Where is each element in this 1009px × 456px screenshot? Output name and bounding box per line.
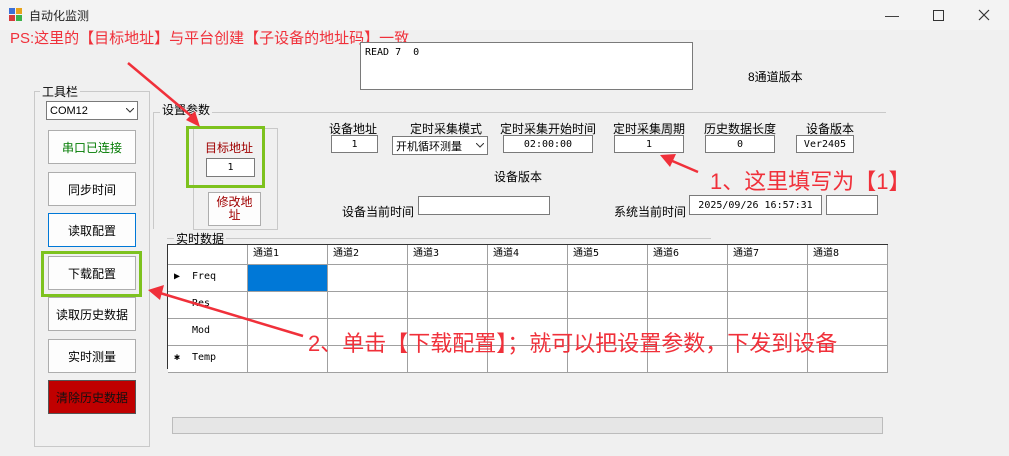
grid-corner [168, 245, 248, 265]
column-header[interactable]: 通道4 [488, 245, 568, 265]
row-label: Freq [192, 271, 217, 282]
system-time-input[interactable]: 2025/09/26 16:57:31 [689, 195, 822, 215]
device-time-label: 设备当前时间 [342, 205, 415, 219]
history-length-input[interactable]: 0 [705, 135, 775, 153]
grid-cell[interactable] [648, 265, 728, 292]
target-address-highlight [186, 126, 265, 188]
column-header[interactable]: 通道6 [648, 245, 728, 265]
timer-mode-label: 定时采集模式 [410, 122, 483, 136]
grid-cell[interactable] [488, 265, 568, 292]
period-input[interactable]: 1 [614, 135, 684, 153]
grid-cell[interactable] [248, 265, 328, 292]
realtime-button[interactable]: 实时测量 [48, 339, 136, 373]
clear-history-button[interactable]: 清除历史数据 [48, 380, 136, 414]
grid-cell[interactable] [328, 265, 408, 292]
settings-title: 设置参数 [160, 101, 213, 118]
window-title: 自动化监测 [29, 9, 90, 23]
app-icon [9, 8, 22, 21]
download-config-button[interactable]: 下载配置 [48, 256, 136, 290]
device-address-input[interactable]: 1 [331, 135, 378, 153]
target-address-label: 目标地址 [205, 141, 254, 155]
column-header[interactable]: 通道7 [728, 245, 808, 265]
column-header[interactable]: 通道2 [328, 245, 408, 265]
row-header[interactable]: ▶ Freq [168, 265, 248, 292]
target-address-input[interactable]: 1 [206, 158, 255, 177]
grid-cell[interactable] [408, 292, 488, 319]
port-select-value: COM12 [50, 104, 88, 117]
row-label: Temp [192, 352, 217, 363]
title-bar [0, 0, 1009, 30]
read-config-button[interactable]: 读取配置 [48, 213, 136, 247]
grid-cell[interactable] [488, 292, 568, 319]
arrow-step2-head [148, 285, 164, 300]
row-marker-icon: ▶ [174, 271, 181, 282]
grid-cell[interactable] [808, 265, 888, 292]
column-header[interactable]: 通道8 [808, 245, 888, 265]
grid-cell[interactable] [568, 292, 648, 319]
sync-time-button[interactable]: 同步时间 [48, 172, 136, 206]
timer-mode-value: 开机循环测量 [396, 140, 462, 153]
row-header[interactable]: Res [168, 292, 248, 319]
maximize-icon [932, 9, 944, 21]
grid-cell[interactable] [648, 292, 728, 319]
chevron-down-icon [123, 108, 137, 113]
toolbar-title: 工具栏 [40, 83, 81, 100]
row-marker-icon: ✱ [174, 352, 181, 363]
connected-button[interactable]: 串口已连接 [48, 130, 136, 164]
row-header[interactable]: ✱ Temp [168, 346, 248, 373]
minimize-button[interactable]: — [869, 0, 915, 30]
grid-cell[interactable] [728, 265, 808, 292]
step2-annotation: 2、单击【下载配置】；就可以把设置参数，下发到设备 [308, 331, 838, 356]
output-textbox[interactable]: READ 7 0 [360, 42, 693, 90]
grid-cell[interactable] [408, 265, 488, 292]
row-label: Res [192, 298, 211, 309]
port-select[interactable]: COM12 [46, 101, 138, 120]
column-header[interactable]: 通道3 [408, 245, 488, 265]
chevron-down-icon [473, 143, 487, 148]
realtime-group-line [167, 238, 711, 239]
start-time-input[interactable]: 02:00:00 [503, 135, 593, 153]
grid-cell[interactable] [728, 292, 808, 319]
grid-cell[interactable] [328, 292, 408, 319]
device-version-center-label: 设备版本 [494, 170, 543, 184]
device-time-input[interactable] [418, 196, 550, 215]
maximize-button[interactable] [915, 0, 961, 30]
row-label: Mod [192, 325, 211, 336]
step1-annotation: 1、这里填写为【1】 [710, 169, 911, 194]
progress-bar [172, 417, 883, 434]
ps-annotation: PS:这里的【目标地址】与平台创建【子设备的地址码】一致 [10, 30, 410, 47]
grid-cell[interactable] [248, 292, 328, 319]
grid-cell[interactable] [568, 265, 648, 292]
close-icon [978, 9, 990, 21]
minimize-icon: — [885, 7, 899, 23]
device-version-input[interactable]: Ver2405 [796, 135, 854, 153]
modify-address-button[interactable]: 修改地址 [208, 192, 261, 226]
row-header[interactable]: Mod [168, 319, 248, 346]
system-time-extra-input[interactable] [826, 195, 878, 215]
timer-mode-select[interactable]: 开机循环测量 [392, 136, 488, 155]
close-button[interactable] [961, 0, 1007, 30]
column-header[interactable]: 通道1 [248, 245, 328, 265]
version-banner: 8通道版本 [748, 70, 803, 84]
read-history-button[interactable]: 读取历史数据 [48, 297, 136, 331]
column-header[interactable]: 通道5 [568, 245, 648, 265]
grid-cell[interactable] [808, 292, 888, 319]
system-time-label: 系统当前时间 [614, 205, 687, 219]
